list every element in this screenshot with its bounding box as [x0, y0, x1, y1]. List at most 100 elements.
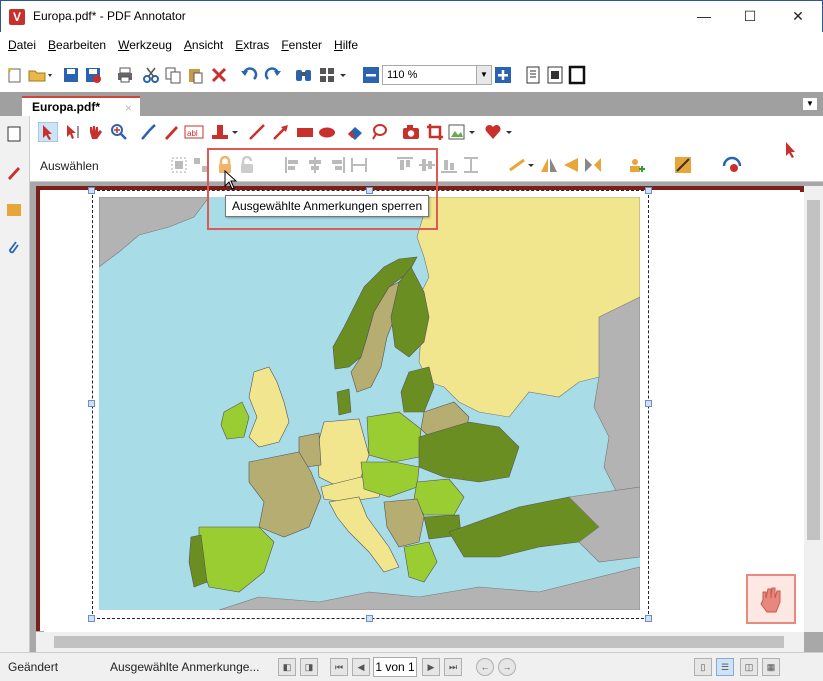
cut-icon[interactable] — [142, 65, 160, 85]
flip-vertical-icon[interactable] — [562, 156, 580, 174]
resize-handle[interactable] — [88, 187, 95, 194]
single-page-view-icon[interactable]: ▯ — [694, 658, 712, 676]
two-page-continuous-view-icon[interactable]: ▦ — [762, 658, 780, 676]
resize-handle[interactable] — [645, 400, 652, 407]
rectangle-icon[interactable] — [296, 123, 314, 141]
lasso-icon[interactable] — [370, 123, 388, 141]
tab-close-icon[interactable]: × — [125, 101, 132, 115]
svg-text:abl: abl — [187, 129, 198, 138]
fullscreen-icon[interactable] — [568, 65, 586, 85]
resize-handle[interactable] — [645, 615, 652, 622]
single-page-icon[interactable] — [524, 65, 542, 85]
page-number-field[interactable]: 1 von 1 — [373, 657, 417, 677]
save-icon[interactable] — [62, 65, 80, 85]
zoom-select[interactable]: 110 % ▼ — [382, 65, 492, 85]
status-hint: Ausgewählte Anmerkunge... — [110, 660, 260, 674]
forward-icon[interactable]: → — [498, 658, 516, 676]
menu-bar: Datei Bearbeiten Werkzeug Ansicht Extras Fens… — [0, 32, 823, 58]
menu-werkzeug[interactable]: Werkzeug — [110, 32, 176, 52]
zoom-out-icon[interactable] — [362, 65, 380, 85]
first-page-icon[interactable]: ⏮ — [330, 658, 348, 676]
ellipse-icon[interactable] — [318, 123, 336, 141]
prev-view-icon[interactable]: ◧ — [278, 658, 296, 676]
two-page-view-icon[interactable]: ◫ — [740, 658, 758, 676]
app-logo-icon: V — [9, 9, 25, 25]
next-page-icon[interactable]: ▶ — [422, 658, 440, 676]
page-panel-icon[interactable] — [6, 126, 22, 142]
close-button[interactable]: ✕ — [775, 1, 821, 31]
find-binoculars-icon[interactable] — [294, 65, 314, 85]
select-arrow-icon[interactable] — [38, 122, 58, 142]
crop-icon[interactable] — [426, 123, 444, 141]
menu-ansicht[interactable]: Ansicht — [176, 32, 227, 52]
last-page-icon[interactable]: ⏭ — [444, 658, 462, 676]
insert-image-icon[interactable] — [448, 123, 476, 141]
continuous-view-icon[interactable]: ☰ — [716, 658, 734, 676]
delete-icon[interactable] — [210, 65, 228, 85]
undo-icon[interactable] — [240, 65, 258, 85]
tab-europa[interactable]: Europa.pdf* × — [22, 96, 140, 116]
line-icon[interactable] — [248, 123, 266, 141]
annotations-panel-icon[interactable] — [6, 164, 22, 180]
resize-handle[interactable] — [88, 615, 95, 622]
minimize-button[interactable]: — — [681, 1, 727, 31]
zoom-tool-icon[interactable] — [110, 123, 128, 141]
print-icon[interactable] — [116, 65, 134, 85]
favorites-heart-icon[interactable] — [484, 123, 514, 141]
resize-handle[interactable] — [88, 400, 95, 407]
menu-bearbeiten[interactable]: Bearbeiten — [40, 32, 110, 52]
scroll-thumb[interactable] — [807, 200, 820, 540]
attachment-icon[interactable] — [6, 240, 22, 256]
menu-fenster[interactable]: Fenster — [273, 32, 326, 52]
text-box-icon[interactable]: abl — [184, 123, 204, 141]
menu-extras[interactable]: Extras — [227, 32, 273, 52]
open-folder-icon[interactable] — [28, 65, 52, 85]
new-document-icon[interactable] — [6, 65, 24, 85]
arrow-icon[interactable] — [272, 123, 290, 141]
menu-datei[interactable]: Datei — [0, 32, 40, 52]
presenter-icon[interactable] — [722, 156, 742, 174]
zoom-in-icon[interactable] — [494, 65, 512, 85]
scroll-thumb[interactable] — [54, 636, 784, 648]
select-text-icon[interactable] — [64, 123, 82, 141]
redo-icon[interactable] — [264, 65, 282, 85]
prev-page-icon[interactable]: ◀ — [352, 658, 370, 676]
group-icon[interactable] — [170, 156, 188, 174]
vertical-scrollbar[interactable] — [804, 186, 823, 632]
align-bottom-icon[interactable] — [440, 156, 458, 174]
back-icon[interactable]: ← — [476, 658, 494, 676]
hand-tool-icon[interactable] — [86, 123, 104, 141]
chevron-down-icon[interactable]: ▼ — [476, 66, 491, 84]
stamp-icon[interactable] — [210, 123, 238, 141]
save-as-icon[interactable] — [84, 65, 102, 85]
maximize-button[interactable]: ☐ — [727, 1, 773, 31]
camera-icon[interactable] — [402, 123, 420, 141]
add-to-favorites-icon[interactable] — [628, 156, 646, 174]
fit-page-icon[interactable] — [546, 65, 564, 85]
modified-status: Geändert — [8, 660, 59, 674]
line-style-icon[interactable] — [508, 156, 536, 174]
window-title: Europa.pdf* - PDF Annotator — [33, 9, 186, 23]
layout-menu-icon[interactable] — [318, 65, 348, 85]
same-height-icon[interactable] — [462, 156, 480, 174]
horizontal-scrollbar[interactable] — [36, 632, 804, 652]
highlighter-icon[interactable] — [162, 123, 180, 141]
lock-tooltip: Ausgewählte Anmerkungen sperren — [225, 195, 430, 217]
document-tab-strip: Europa.pdf* × ▼ — [0, 92, 823, 116]
paste-icon[interactable] — [186, 65, 204, 85]
properties-icon[interactable] — [674, 156, 692, 174]
flip-horizontal-icon[interactable] — [540, 156, 558, 174]
menu-hilfe[interactable]: Hilfe — [326, 32, 362, 52]
pen-icon[interactable] — [140, 123, 158, 141]
zoom-value: 110 % — [387, 69, 418, 81]
annotation-selection-box[interactable] — [92, 190, 649, 619]
eraser-icon[interactable] — [346, 123, 364, 141]
notes-panel-icon[interactable] — [6, 202, 22, 218]
resize-handle[interactable] — [645, 187, 652, 194]
mirror-icon[interactable] — [584, 156, 602, 174]
copy-icon[interactable] — [164, 65, 182, 85]
resize-handle[interactable] — [366, 615, 373, 622]
next-view-icon[interactable]: ◨ — [300, 658, 318, 676]
tab-list-dropdown-icon[interactable]: ▼ — [803, 98, 817, 110]
hand-mode-button[interactable] — [746, 574, 796, 624]
